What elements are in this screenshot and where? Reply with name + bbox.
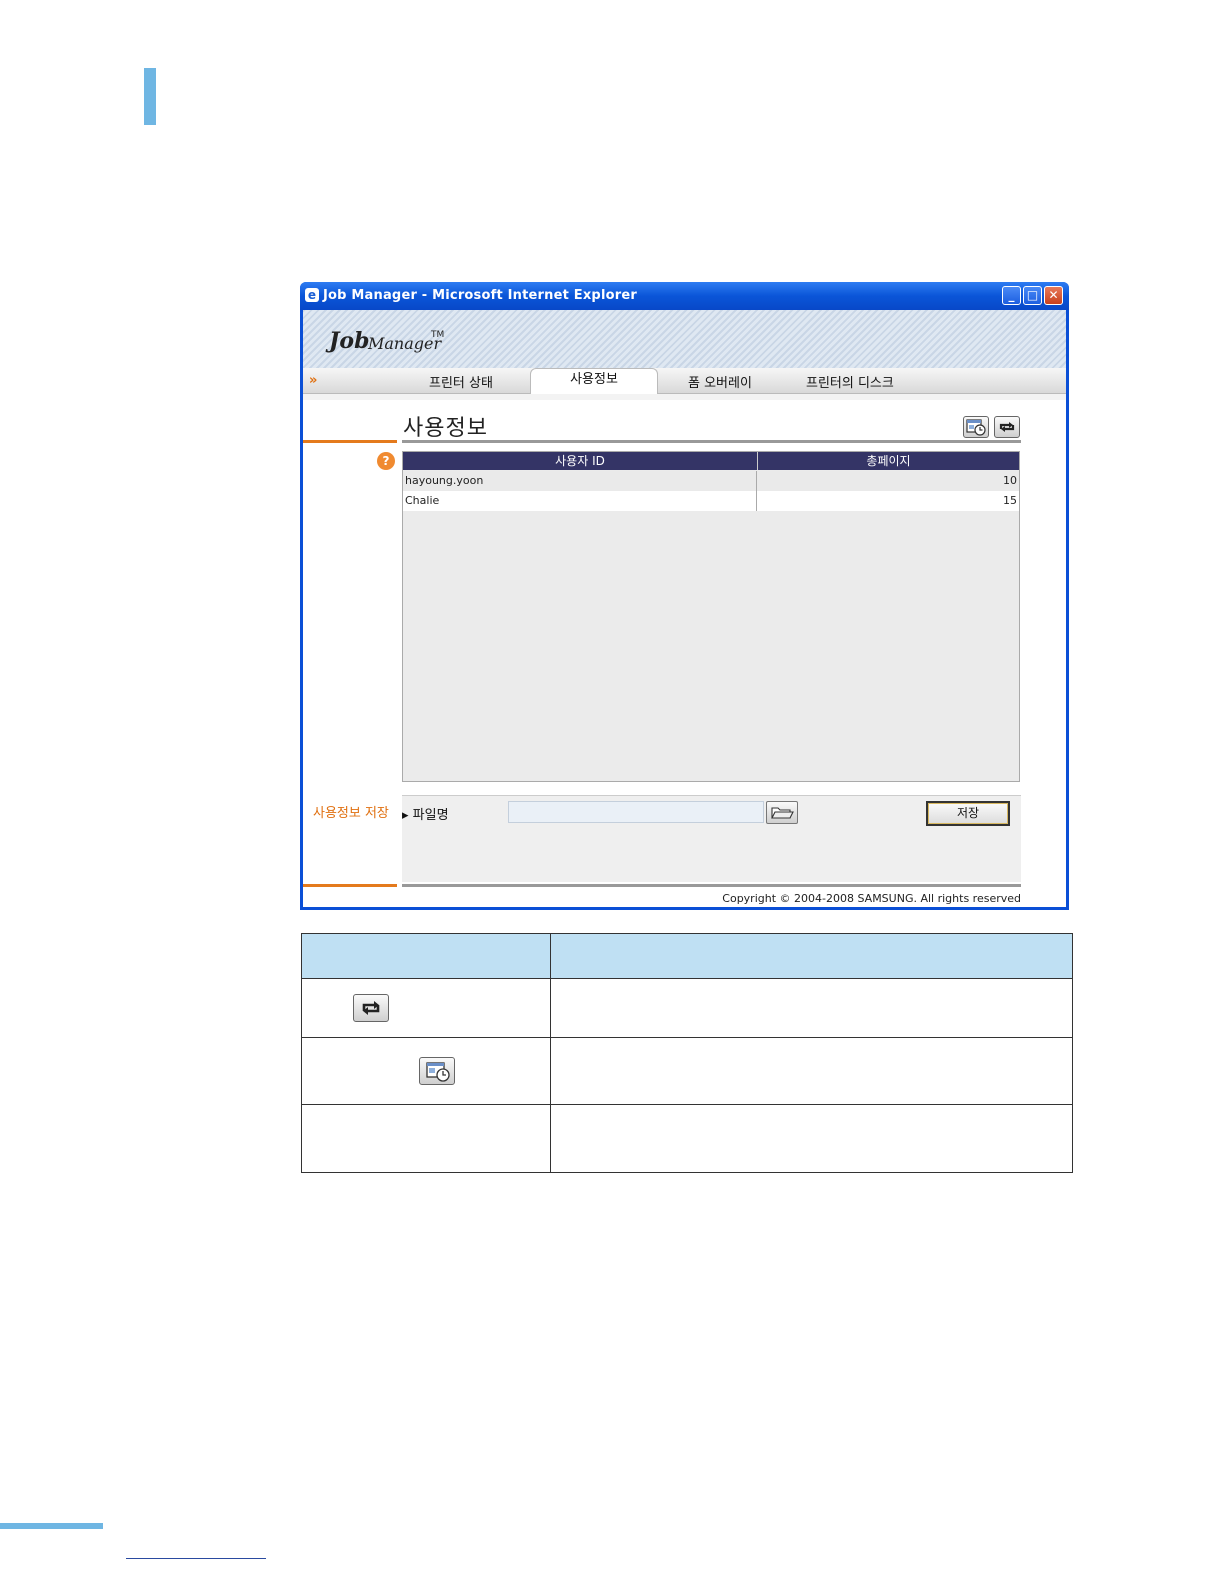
header-cell [550,933,1073,979]
cell-total-pages: 15 [1003,494,1017,507]
close-button[interactable]: ✕ [1044,286,1063,305]
maximize-button[interactable]: □ [1023,286,1042,305]
logo-job: Job [329,328,370,354]
ie-window: e Job Manager - Microsoft Internet Explo… [300,282,1069,910]
folder-open-icon [771,807,794,819]
filename-label: ▸ 파일명 [402,808,449,823]
tab-form-overlay[interactable]: 폼 오버레이 [688,372,752,391]
bottom-rule [402,884,1021,887]
refresh-button[interactable] [994,416,1020,438]
close-icon: ✕ [1048,288,1059,302]
help-icon[interactable]: ? [377,452,395,470]
browse-button[interactable] [766,801,798,824]
grid-header: 사용자 ID 총페이지 [403,452,1019,470]
browser-content: Job Manager TM » 프린터 상태 사용정보 폼 오버레이 프린터의… [303,310,1066,907]
table-row[interactable]: Chalie 15 [403,491,1019,511]
description-cell [550,1037,1073,1105]
tab-printer-status[interactable]: 프린터 상태 [429,372,493,391]
refresh-icon [353,994,389,1022]
table-row [301,978,1073,1038]
tab-underlay [303,394,1066,400]
description-cell [550,1104,1073,1173]
cell-total-pages: 10 [1003,474,1017,487]
schedule-button[interactable] [963,416,989,438]
minimize-button[interactable]: _ [1002,286,1021,305]
icon-cell [301,978,551,1038]
save-button[interactable]: 저장 [926,801,1010,826]
tab-printer-disk[interactable]: 프린터의 디스크 [806,372,894,391]
title-rule [402,440,1021,443]
logo-trademark: TM [431,330,445,340]
schedule-icon [419,1057,455,1085]
table-header-row [301,933,1073,979]
description-cell [550,978,1073,1038]
copyright-text: Copyright © 2004-2008 SAMSUNG. All right… [722,892,1021,905]
tab-bar: » 프린터 상태 사용정보 폼 오버레이 프린터의 디스크 [303,368,1066,398]
page-title: 사용정보 [403,416,488,441]
window-titlebar[interactable]: e Job Manager - Microsoft Internet Explo… [300,282,1069,310]
column-header-total-pages[interactable]: 총페이지 [758,452,1019,470]
table-row [301,1104,1073,1173]
header-cell [301,933,551,979]
window-title: Job Manager - Microsoft Internet Explore… [323,288,637,303]
minimize-icon: _ [1008,288,1015,302]
icon-cell [301,1037,551,1105]
cell-user-id: Chalie [403,491,757,511]
filename-input[interactable] [508,801,764,823]
column-header-user-id[interactable]: 사용자 ID [403,452,758,470]
app-banner: Job Manager TM [303,310,1066,368]
icon-cell [301,1104,551,1173]
maximize-icon: □ [1026,288,1039,302]
left-orange-rule [303,440,397,443]
usage-grid: 사용자 ID 총페이지 hayoung.yoon 10 Chalie 15 [402,451,1020,782]
save-section-label: 사용정보 저장 [313,806,389,821]
tab-arrow-icon: » [309,373,318,388]
table-row [301,1037,1073,1105]
page-footer-line [126,1558,266,1559]
refresh-icon [999,422,1015,432]
cell-user-id: hayoung.yoon [403,471,757,491]
description-table [301,933,1073,1173]
left-orange-rule-bottom [303,884,397,887]
page-footer-accent-bar [0,1523,103,1529]
table-row[interactable]: hayoung.yoon 10 [403,471,1019,491]
save-panel: ▸ 파일명 저장 [402,795,1021,882]
ie-logo-icon: e [305,288,319,302]
schedule-icon [966,419,986,436]
chapter-accent-bar [144,68,156,125]
